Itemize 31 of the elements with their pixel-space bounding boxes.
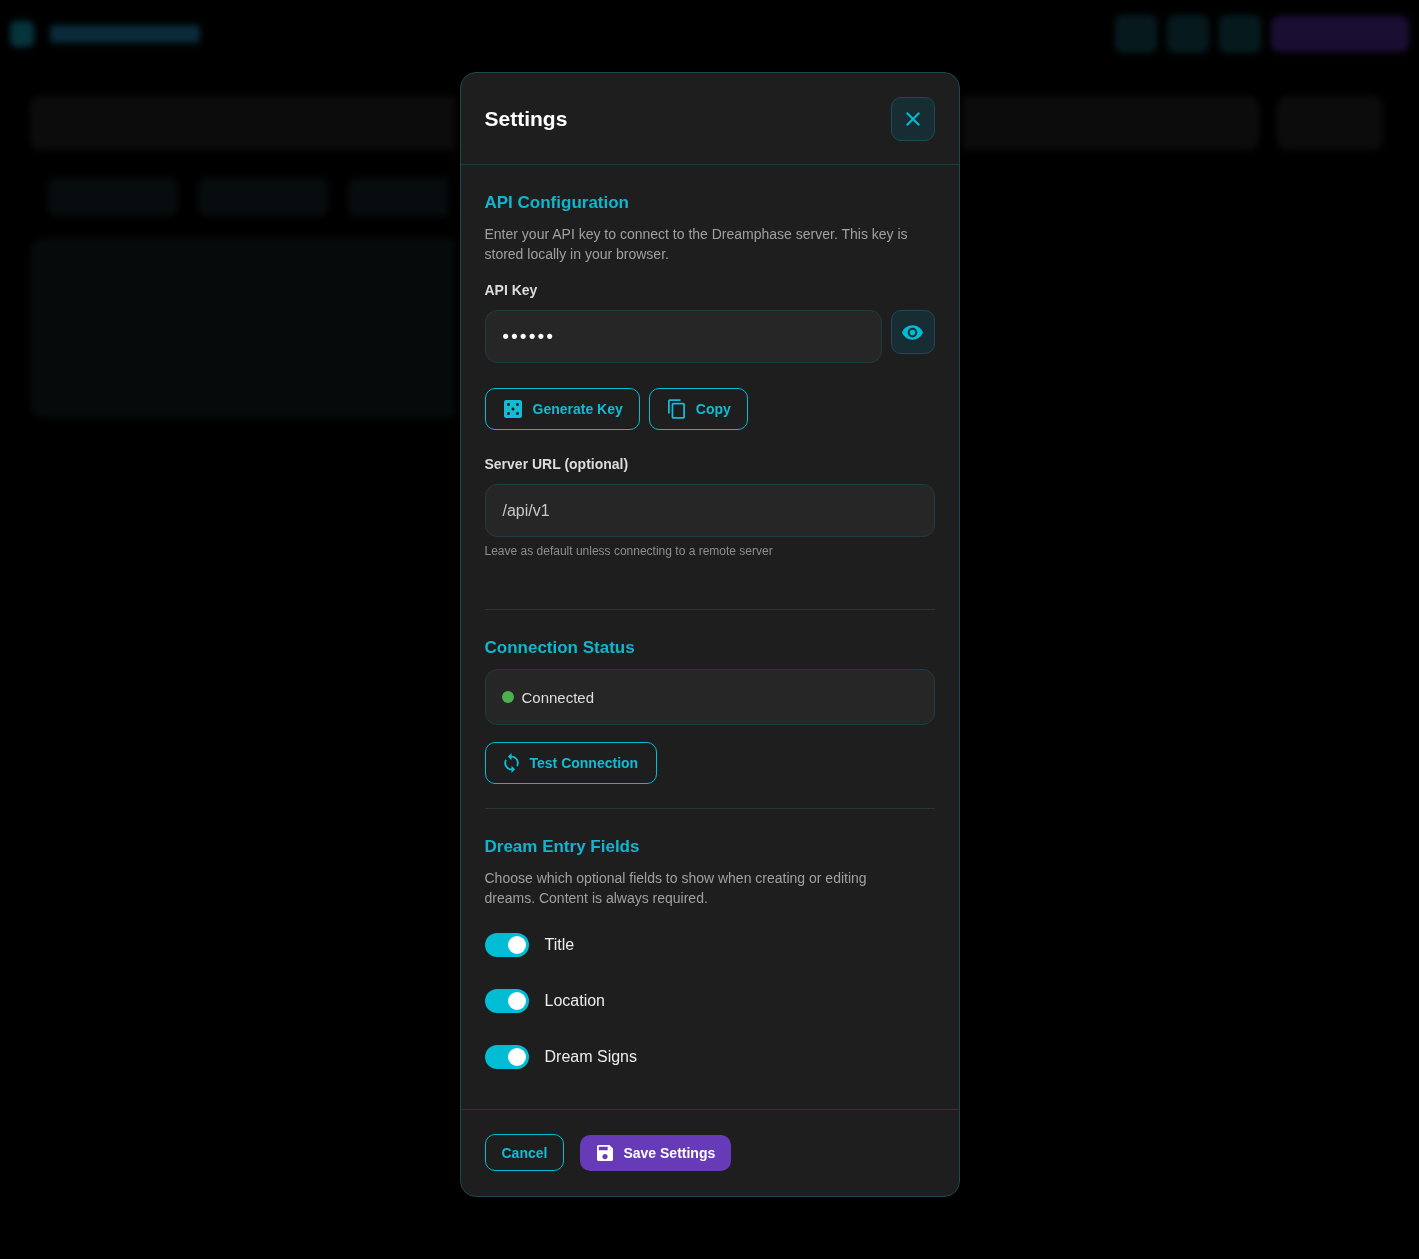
server-url-field[interactable]: /api/v1 xyxy=(484,484,935,537)
toggle-switch[interactable] xyxy=(484,1045,529,1069)
save-settings-button[interactable]: Save Settings xyxy=(580,1134,732,1171)
toggle-label: Dream Signs xyxy=(544,1048,637,1066)
show-key-button[interactable] xyxy=(890,310,935,354)
section-description: Choose which optional fields to show when creating or editing dreams. Content is always required. xyxy=(484,869,868,908)
close-icon xyxy=(905,112,920,126)
field-label: Server URL (optional) xyxy=(484,455,630,474)
section-heading: Dream Entry Fields xyxy=(484,836,641,858)
section-description: Enter your API key to connect to the Dreamphase server. This key is stored locally in your browser. xyxy=(484,225,909,264)
section-heading: Connection Status xyxy=(484,637,636,659)
toggle-switch[interactable] xyxy=(484,933,529,957)
field-hint: Leave as default unless connecting to a remote server xyxy=(484,543,774,559)
close-button[interactable] xyxy=(890,97,935,141)
dialog-title: Settings xyxy=(484,106,568,132)
section-heading: API Configuration xyxy=(484,192,630,214)
toggle-switch[interactable] xyxy=(484,989,529,1013)
toggle-label: Location xyxy=(544,992,605,1010)
copy-button[interactable]: Copy xyxy=(648,388,748,430)
sync-icon xyxy=(503,753,519,773)
copy-icon xyxy=(667,399,685,419)
eye-icon xyxy=(902,324,923,340)
generate-key-button[interactable]: Generate Key xyxy=(484,388,640,430)
field-label: API Key xyxy=(484,281,539,300)
save-icon xyxy=(597,1144,614,1161)
cancel-button[interactable]: Cancel xyxy=(484,1134,565,1171)
toggle-label: Title xyxy=(544,936,575,954)
test-connection-button[interactable]: Test Connection xyxy=(484,742,658,784)
status-text: Connected xyxy=(521,688,595,706)
dice-icon xyxy=(503,400,522,418)
api-key-field[interactable]: •••••• xyxy=(484,310,882,363)
